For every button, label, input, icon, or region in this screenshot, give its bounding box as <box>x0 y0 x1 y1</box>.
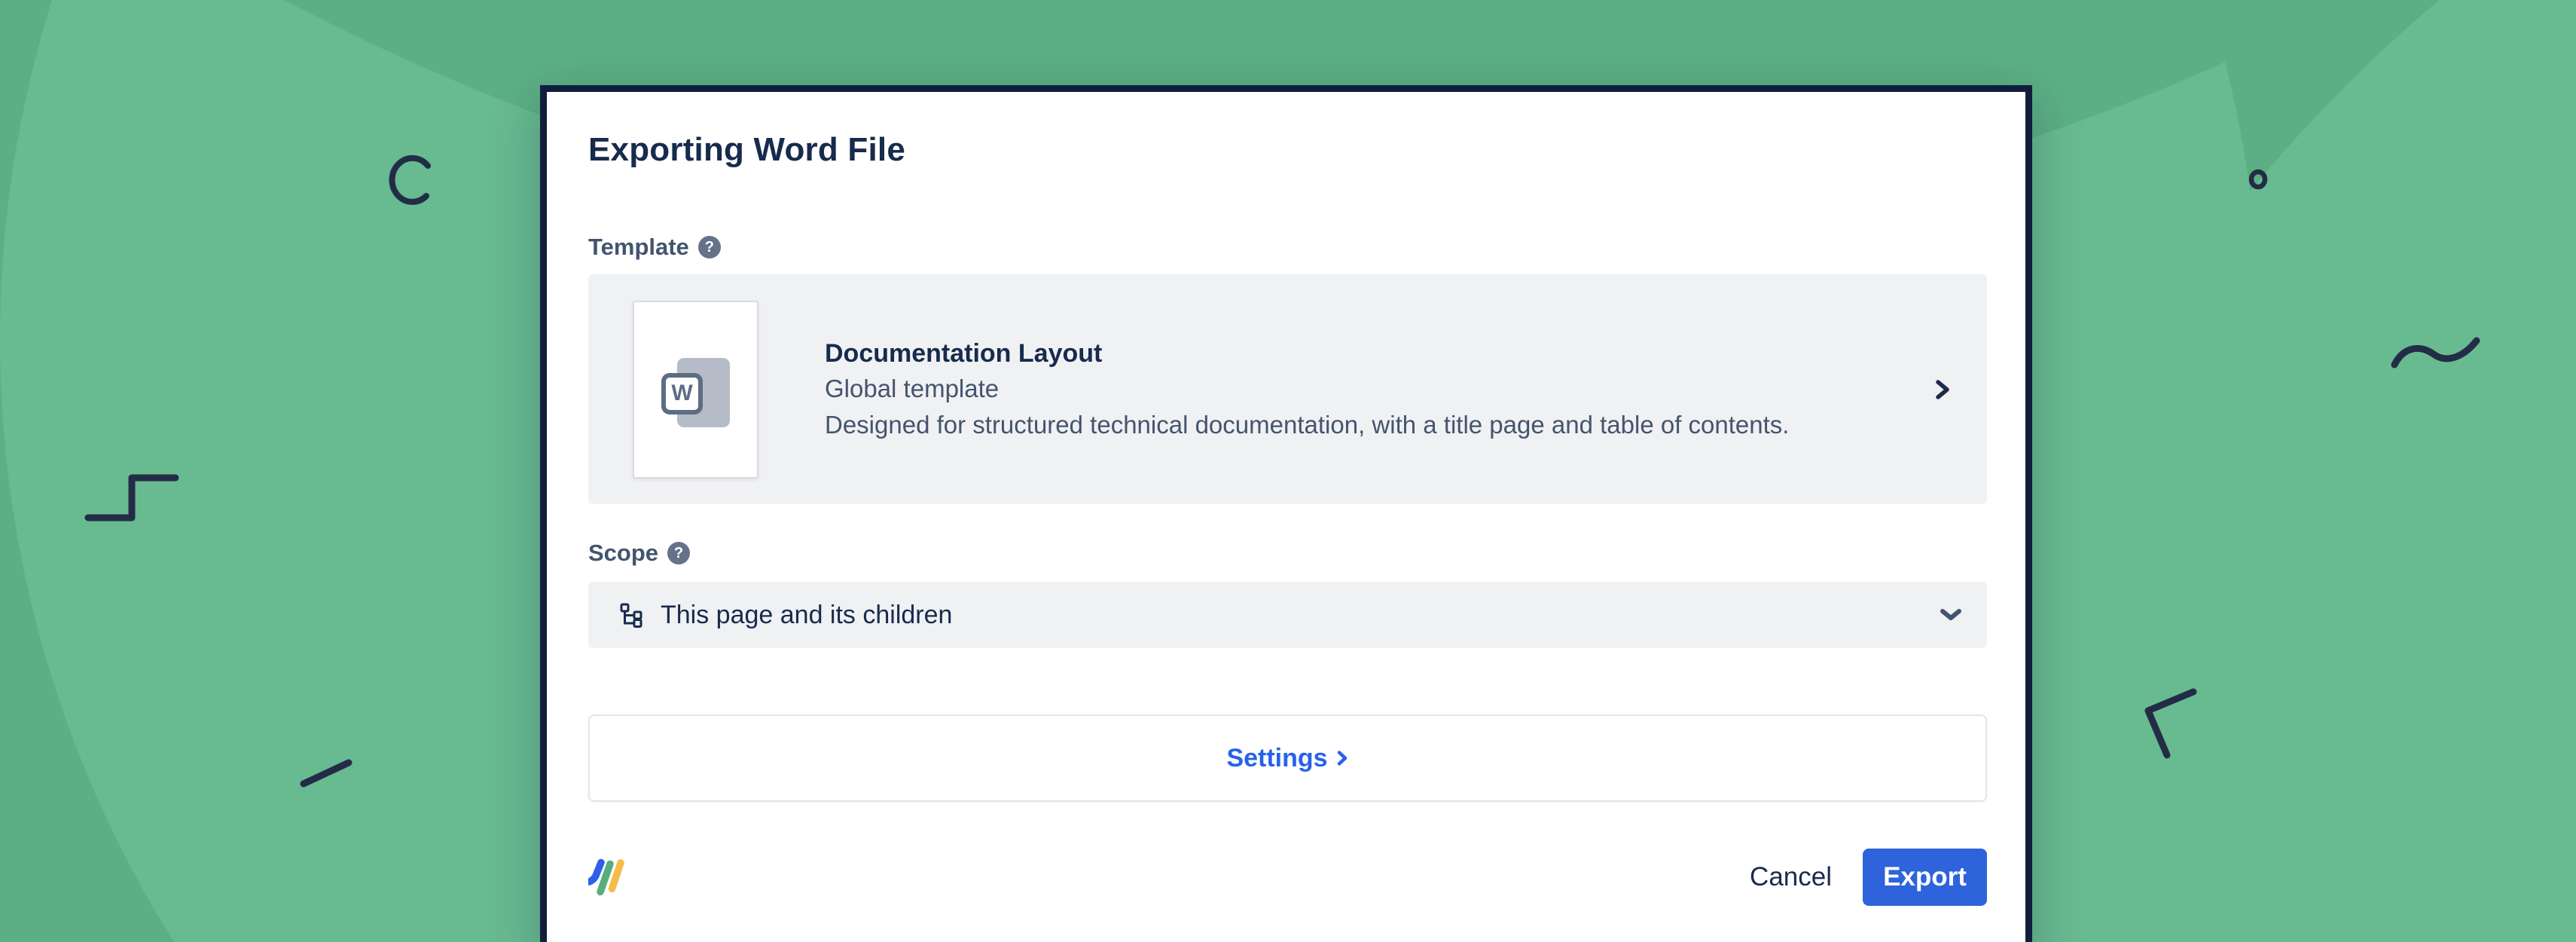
scope-select[interactable]: This page and its children <box>588 582 1987 648</box>
help-icon[interactable]: ? <box>667 542 691 564</box>
word-icon: W <box>661 372 703 414</box>
help-icon[interactable]: ? <box>697 236 721 258</box>
open-circle-doodle <box>389 154 431 205</box>
slash-doodle <box>300 759 353 788</box>
template-thumbnail: W <box>633 300 758 479</box>
tilde-doodle <box>2391 337 2480 369</box>
scope-label-row: Scope ? <box>588 540 1987 567</box>
template-description: Designed for structured technical docume… <box>825 410 1790 439</box>
dialog-title: Exporting Word File <box>588 131 905 168</box>
settings-panel: Settings <box>588 714 1987 802</box>
cancel-button[interactable]: Cancel <box>1742 862 1839 892</box>
chevron-right-icon <box>1936 379 1949 399</box>
word-icon-letter: W <box>671 381 693 405</box>
export-word-dialog: Exporting Word File Template ? W Documen… <box>540 85 2032 942</box>
scope-selected-value: This page and its children <box>661 600 953 629</box>
footer-buttons: Cancel Export <box>1742 849 1987 906</box>
step-line-doodle <box>84 474 179 521</box>
help-glyph: ? <box>673 545 684 561</box>
dialog-footer: Cancel Export <box>588 849 1987 906</box>
export-button[interactable]: Export <box>1863 849 1987 906</box>
dot-ring-doodle <box>2248 169 2268 190</box>
settings-link[interactable]: Settings <box>1226 744 1348 773</box>
template-name: Documentation Layout <box>825 338 1103 368</box>
settings-link-label: Settings <box>1226 743 1328 772</box>
template-card-text: Documentation Layout Global template Des… <box>825 336 1909 443</box>
scope-label: Scope <box>588 540 659 566</box>
template-label-row: Template ? <box>588 234 1987 261</box>
template-card[interactable]: W Documentation Layout Global template D… <box>588 274 1987 504</box>
app-logo <box>588 858 624 896</box>
chevron-right-small-icon <box>1337 751 1347 766</box>
template-type: Global template <box>825 374 1000 402</box>
angle-doodle <box>2144 688 2197 759</box>
help-glyph: ? <box>704 239 714 255</box>
page-tree-icon <box>620 603 642 628</box>
chevron-down-icon <box>1940 609 1961 620</box>
template-label: Template <box>588 234 689 260</box>
